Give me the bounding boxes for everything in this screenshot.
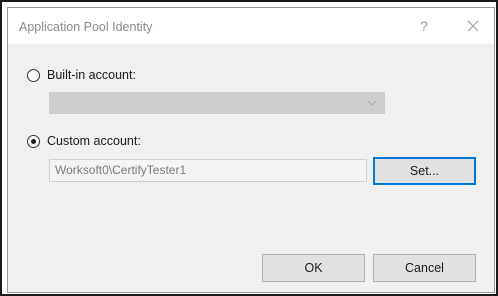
help-icon: ? [420, 18, 428, 34]
dialog-title: Application Pool Identity [19, 20, 153, 34]
custom-account-radio[interactable] [27, 134, 40, 148]
application-pool-identity-dialog: Application Pool Identity ? Built-in acc… [7, 7, 495, 293]
custom-account-option[interactable]: Custom account: [27, 133, 141, 149]
screenshot-frame: Application Pool Identity ? Built-in acc… [0, 0, 498, 296]
builtin-account-select[interactable] [49, 92, 385, 114]
ok-button[interactable]: OK [262, 254, 365, 282]
custom-account-label: Custom account: [47, 134, 141, 148]
title-bar: Application Pool Identity ? [8, 8, 494, 44]
close-button[interactable] [463, 17, 483, 35]
set-button[interactable]: Set... [373, 157, 476, 185]
custom-account-field[interactable]: Worksoft0\CertifyTester1 [49, 159, 367, 182]
cancel-button[interactable]: Cancel [373, 254, 476, 282]
builtin-account-radio[interactable] [27, 68, 40, 82]
chevron-down-icon [367, 100, 377, 106]
close-icon [467, 20, 479, 32]
builtin-account-label: Built-in account: [47, 68, 136, 82]
help-button[interactable]: ? [414, 17, 434, 35]
builtin-account-option[interactable]: Built-in account: [27, 67, 136, 83]
